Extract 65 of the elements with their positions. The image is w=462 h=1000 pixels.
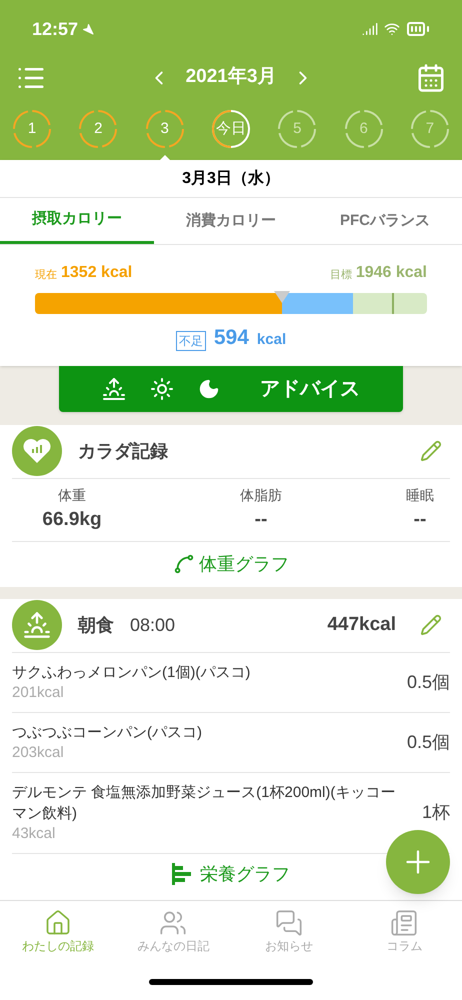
tab[interactable]: PFCバランス [308, 198, 462, 244]
edit-icon[interactable] [420, 614, 442, 636]
day-button[interactable]: 3 [144, 109, 185, 149]
sun-icon [150, 376, 174, 400]
nav-tab[interactable]: わたしの記録 [0, 909, 116, 955]
metric-value: -- [254, 508, 268, 532]
tab[interactable]: 消費カロリー [154, 198, 308, 244]
metric-label: 睡眠 [406, 486, 434, 505]
home-icon [44, 909, 72, 937]
food-calories: 203kcal [12, 742, 65, 762]
month-title: 2021年3月 [186, 65, 276, 90]
people-icon [159, 909, 188, 937]
current-calories: 1352 kcal [61, 263, 132, 283]
target-calories: 1946 kcal [356, 263, 427, 283]
day-button[interactable]: 今日 [210, 109, 251, 149]
shortfall-badge: 不足 [176, 330, 206, 350]
meal-time: 08:00 [130, 614, 176, 636]
moon-icon [198, 378, 220, 400]
signal-icon [362, 21, 378, 37]
status-time: 12:57 [32, 18, 78, 40]
food-row[interactable]: サクふわっメロンパン(1個)(パスコ) 201kcal 0.5個 [12, 652, 450, 712]
date-title: 3月3日（水） [181, 168, 281, 188]
edit-icon[interactable] [420, 440, 442, 462]
current-label: 現在 [35, 268, 57, 282]
food-name: デルモンテ 食塩無添加野菜ジュース(1杯200ml)(キッコーマン飲料) [12, 782, 396, 824]
meal-total: 447kcal [327, 612, 396, 637]
metric-value: 66.9kg [42, 508, 102, 532]
metric-label: 体重 [58, 486, 86, 505]
weight-graph-link[interactable]: 体重グラフ [173, 550, 289, 578]
pointer-icon [274, 291, 290, 303]
tab[interactable]: 摂取カロリー [0, 198, 154, 244]
target-label: 目標 [330, 268, 352, 282]
newspaper-icon [390, 909, 418, 937]
wifi-icon [384, 21, 400, 37]
calendar-icon[interactable] [416, 62, 446, 92]
section-title: カラダ記録 [78, 440, 169, 462]
food-calories: 201kcal [12, 682, 65, 702]
sunrise-icon [102, 376, 126, 400]
metric-label: 体脂肪 [240, 486, 282, 505]
day-button[interactable]: 2 [78, 109, 118, 149]
day-button[interactable]: 7 [410, 109, 450, 149]
bar-graph-icon [172, 863, 192, 885]
food-amount: 1杯 [422, 801, 450, 824]
food-amount: 0.5個 [406, 730, 450, 754]
shortfall-value: 594 [214, 325, 249, 351]
food-name: サクふわっメロンパン(1個)(パスコ) [12, 662, 252, 682]
shortfall-unit: kcal [256, 330, 286, 350]
line-graph-icon [173, 553, 195, 575]
nav-tab[interactable]: みんなの日記 [116, 909, 231, 955]
nav-tab[interactable]: コラム [346, 909, 462, 955]
metric-value: -- [414, 508, 426, 532]
food-amount: 0.5個 [406, 670, 450, 694]
shortfall-fill [282, 293, 352, 314]
advice-button[interactable]: アドバイス [59, 366, 403, 412]
day-button[interactable]: 6 [344, 109, 384, 149]
nutrition-graph-link[interactable]: 栄養グラフ [172, 860, 290, 888]
food-calories: 43kcal [12, 824, 56, 844]
food-name: つぶつぶコーンパン(パスコ) [12, 722, 203, 742]
meal-title: 朝食 [78, 614, 114, 636]
chat-icon [274, 909, 303, 937]
day-button[interactable]: 1 [12, 109, 52, 149]
location-icon [82, 23, 94, 35]
nav-tab[interactable]: お知らせ [231, 909, 346, 955]
food-row[interactable]: つぶつぶコーンパン(パスコ) 203kcal 0.5個 [12, 712, 450, 772]
day-button[interactable]: 5 [277, 109, 318, 149]
